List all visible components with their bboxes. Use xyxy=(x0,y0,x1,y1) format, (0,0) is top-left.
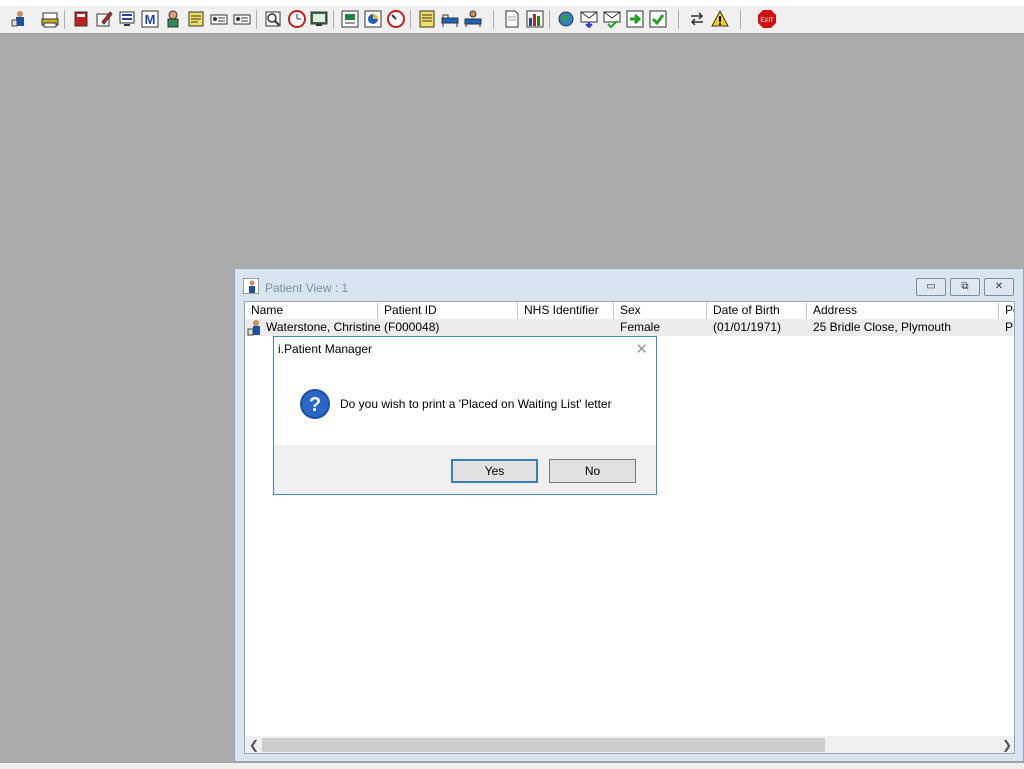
green-check-icon[interactable] xyxy=(648,9,668,29)
column-header-patient-id[interactable]: Patient ID xyxy=(378,302,518,319)
dialog-message: Do you wish to print a 'Placed on Waitin… xyxy=(340,397,612,411)
bed-icon[interactable] xyxy=(440,9,460,29)
swap-icon[interactable] xyxy=(687,9,707,29)
clock-icon[interactable] xyxy=(287,9,307,29)
screen-icon[interactable] xyxy=(309,9,329,29)
mail-down-icon[interactable] xyxy=(579,9,599,29)
no-button[interactable]: No xyxy=(549,459,636,483)
cell-date-of-birth: (01/01/1971) xyxy=(713,320,782,334)
column-header-sex[interactable]: Sex xyxy=(614,302,707,319)
cell-patient-id: (F000048) xyxy=(384,320,440,334)
globe-icon[interactable] xyxy=(556,9,576,29)
svg-text:?: ? xyxy=(309,394,321,416)
dialog-close-icon[interactable]: ✕ xyxy=(635,340,648,358)
monitor-list-icon[interactable] xyxy=(117,9,137,29)
patient-icon xyxy=(243,278,259,294)
column-header-address[interactable]: Address xyxy=(807,302,999,319)
dial-icon[interactable] xyxy=(386,9,406,29)
m-icon[interactable]: M xyxy=(140,9,160,29)
search-icon[interactable] xyxy=(263,9,283,29)
cell-sex: Female xyxy=(620,320,661,334)
dialog-body: i.Patient Manager ✕ ? Do you wish to pri… xyxy=(274,337,656,445)
chart-icon[interactable] xyxy=(363,9,383,29)
column-header-postcode[interactable]: Po xyxy=(999,302,1014,319)
horizontal-scrollbar[interactable]: ❮ ❯ xyxy=(245,736,1014,753)
patient-icon[interactable] xyxy=(9,9,29,29)
table-row[interactable]: Waterstone, Christine... (F000048) Femal… xyxy=(245,319,1014,336)
confirm-dialog: i.Patient Manager ✕ ? Do you wish to pri… xyxy=(273,336,657,495)
notes-icon[interactable] xyxy=(186,9,206,29)
book-icon[interactable] xyxy=(71,9,91,29)
close-button[interactable]: ✕ xyxy=(984,278,1014,296)
warning-icon[interactable] xyxy=(710,9,730,29)
scrollbar-thumb[interactable] xyxy=(262,738,825,752)
table-header: Name Patient ID NHS Identifier Sex Date … xyxy=(245,302,1014,320)
green-arrow-icon[interactable] xyxy=(625,9,645,29)
scroll-left-icon[interactable]: ❮ xyxy=(247,738,261,752)
exit-icon[interactable]: EXIT xyxy=(757,9,777,29)
svg-text:M: M xyxy=(145,12,156,27)
person-icon[interactable] xyxy=(163,9,183,29)
column-header-name[interactable]: Name xyxy=(245,302,378,319)
edit-icon[interactable] xyxy=(94,9,114,29)
print-icon[interactable] xyxy=(40,9,60,29)
question-icon: ? xyxy=(300,389,330,419)
waiting-list-2-icon[interactable] xyxy=(232,9,252,29)
bar-chart-icon[interactable] xyxy=(525,9,545,29)
dialog-title: i.Patient Manager xyxy=(278,342,373,356)
window-title: Patient View : 1 xyxy=(265,281,349,295)
report-icon[interactable] xyxy=(340,9,360,29)
yes-button[interactable]: Yes xyxy=(451,459,538,483)
minimize-button[interactable]: ▭ xyxy=(916,278,946,296)
mail-check-icon[interactable] xyxy=(602,9,622,29)
svg-text:EXIT: EXIT xyxy=(760,18,774,24)
waiting-list-icon[interactable] xyxy=(209,9,229,29)
cell-nhs-identifier xyxy=(518,319,614,336)
scroll-right-icon[interactable]: ❯ xyxy=(1000,738,1014,752)
column-header-date-of-birth[interactable]: Date of Birth xyxy=(707,302,807,319)
column-header-nhs-identifier[interactable]: NHS Identifier xyxy=(518,302,614,319)
maximize-button[interactable]: ⧉ xyxy=(950,278,980,296)
main-toolbar: M EXIT xyxy=(0,6,1024,34)
transfer-icon[interactable] xyxy=(463,9,483,29)
cell-postcode: PL xyxy=(1005,320,1014,334)
cell-name: Waterstone, Christine... xyxy=(266,320,380,334)
cell-address: 25 Bridle Close, Plymouth xyxy=(813,320,952,334)
document-icon[interactable] xyxy=(502,9,522,29)
memo-icon[interactable] xyxy=(417,9,437,29)
